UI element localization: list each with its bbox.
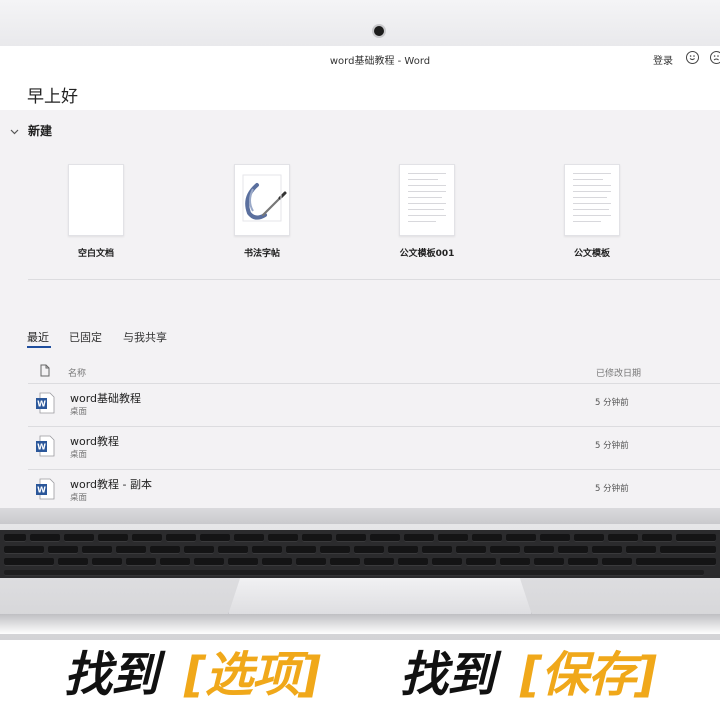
template-thumbnail — [68, 164, 124, 236]
caption-find-1: 找到 — [64, 647, 159, 703]
greeting-bar: 早上好 — [0, 70, 720, 110]
caption-options: [选项] — [184, 647, 321, 703]
word-start-screen: word基础教程 - Word 登录 早上好 新建 空白文档 书法字帖 公文模板… — [0, 46, 720, 508]
tab-pinned[interactable]: 已固定 — [69, 329, 102, 345]
tab-shared[interactable]: 与我共享 — [123, 329, 167, 345]
file-modified: 5 分钟前 — [595, 484, 629, 494]
document-icon — [40, 364, 50, 377]
trackpad — [228, 578, 532, 615]
word-file-icon: W — [36, 435, 55, 457]
caption-save: [保存] — [520, 647, 657, 703]
file-location: 桌面 — [70, 407, 88, 417]
file-row[interactable]: W word教程 - 副本 桌面 5 分钟前 — [0, 470, 720, 508]
template-gongwen-001[interactable]: 公文模板001 — [367, 164, 487, 259]
template-gongwen[interactable]: 公文模板 — [532, 164, 652, 259]
chevron-down-icon — [10, 124, 20, 138]
active-tab-indicator — [27, 346, 51, 348]
signin-link[interactable]: 登录 — [653, 52, 673, 67]
new-section-toggle[interactable]: 新建 — [10, 122, 52, 139]
file-name: word教程 - 副本 — [70, 478, 153, 491]
file-location: 桌面 — [70, 493, 88, 503]
file-row[interactable]: W word基础教程 桌面 5 分钟前 — [0, 384, 720, 427]
calligraphy-brush-icon — [242, 174, 287, 222]
camera-icon — [374, 26, 384, 36]
caption-find-2: 找到 — [400, 647, 495, 703]
frown-icon[interactable] — [710, 51, 720, 64]
template-label: 公文模板 — [573, 249, 610, 259]
file-name: word教程 — [70, 435, 120, 448]
greeting-heading: 早上好 — [27, 87, 78, 107]
file-name: word基础教程 — [70, 392, 142, 405]
laptop-shadow — [0, 614, 720, 634]
svg-text:W: W — [37, 400, 46, 409]
laptop-bottom-bezel — [0, 508, 720, 524]
file-row[interactable]: W word教程 桌面 5 分钟前 — [0, 427, 720, 470]
template-label: 书法字帖 — [243, 249, 280, 259]
template-thumbnail — [234, 164, 290, 236]
new-section-label: 新建 — [28, 124, 53, 138]
column-header-name[interactable]: 名称 — [68, 366, 86, 379]
template-thumbnail — [399, 164, 455, 236]
file-modified: 5 分钟前 — [595, 398, 629, 408]
file-modified: 5 分钟前 — [595, 441, 629, 451]
keyboard — [0, 530, 720, 578]
template-label: 空白文档 — [77, 249, 114, 259]
template-thumbnail — [564, 164, 620, 236]
template-blank[interactable]: 空白文档 — [36, 164, 156, 259]
word-file-icon: W — [36, 392, 55, 414]
file-location: 桌面 — [70, 450, 88, 460]
smiley-icon[interactable] — [686, 51, 699, 64]
word-file-icon: W — [36, 478, 55, 500]
section-divider — [28, 279, 720, 280]
svg-text:W: W — [37, 443, 46, 452]
window-title: word基础教程 - Word — [329, 56, 431, 67]
column-header-modified[interactable]: 已修改日期 — [596, 366, 641, 379]
title-bar: word基础教程 - Word 登录 — [0, 46, 720, 70]
tab-recent[interactable]: 最近 — [27, 329, 49, 345]
template-label: 公文模板001 — [399, 249, 455, 259]
svg-text:W: W — [37, 486, 46, 495]
template-calligraphy[interactable]: 书法字帖 — [202, 164, 322, 259]
laptop-top-bezel — [0, 0, 720, 46]
